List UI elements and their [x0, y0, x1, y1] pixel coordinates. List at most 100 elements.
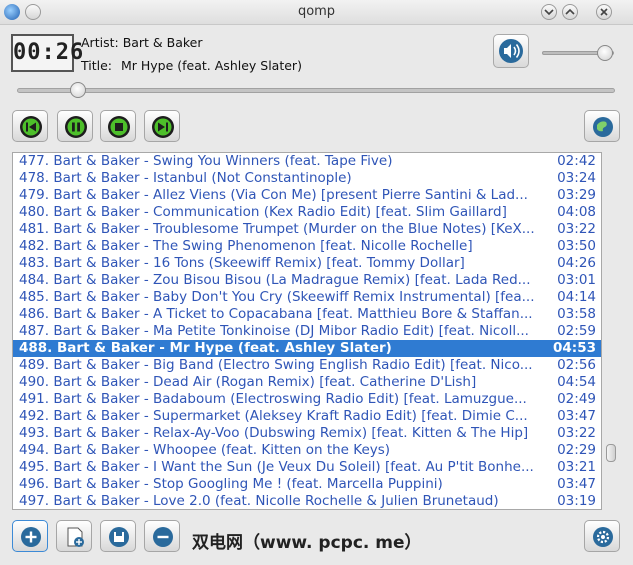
volume-slider-handle[interactable] [597, 45, 614, 61]
track-title: 483. Bart & Baker - 16 Tons (Skeewiff Re… [19, 255, 465, 271]
title-bar: qomp [0, 0, 633, 25]
playlist-row[interactable]: 494. Bart & Baker - Whoopee (feat. Kitte… [13, 442, 601, 459]
seek-slider-handle[interactable] [70, 82, 87, 98]
artist-value: Bart & Baker [122, 35, 203, 50]
playlist[interactable]: 477. Bart & Baker - Swing You Winners (f… [12, 152, 602, 510]
track-duration: 04:26 [557, 255, 596, 271]
track-duration: 03:47 [557, 476, 596, 492]
playlist-row[interactable]: 492. Bart & Baker - Supermarket (Aleksey… [13, 408, 601, 425]
seek-slider[interactable] [17, 82, 615, 98]
pause-icon [65, 116, 87, 138]
track-duration: 03:01 [557, 272, 596, 288]
window-title: qomp [297, 4, 336, 19]
track-title: 494. Bart & Baker - Whoopee (feat. Kitte… [19, 442, 391, 458]
playlist-row[interactable]: 495. Bart & Baker - I Want the Sun (Je V… [13, 459, 601, 476]
save-playlist-button[interactable] [100, 520, 136, 552]
playlist-row[interactable]: 480. Bart & Baker - Communication (Kex R… [13, 204, 601, 221]
track-title: 493. Bart & Baker - Relax-Ay-Voo (Dubswi… [19, 425, 529, 441]
title-info: Title: Mr Hype (feat. Ashley Slater) [81, 58, 302, 73]
artist-info: Artist: Bart & Baker [81, 35, 203, 50]
playlist-row[interactable]: 484. Bart & Baker - Zou Bisou Bisou (La … [13, 272, 601, 289]
playlist-row[interactable]: 490. Bart & Baker - Dead Air (Rogan Remi… [13, 374, 601, 391]
track-title: 479. Bart & Baker - Allez Viens (Via Con… [19, 187, 528, 203]
track-duration: 03:21 [557, 459, 596, 475]
playlist-row[interactable]: 479. Bart & Baker - Allez Viens (Via Con… [13, 187, 601, 204]
settings-button[interactable] [584, 520, 620, 552]
artist-label: Artist: [81, 35, 119, 50]
track-duration: 03:24 [557, 170, 596, 186]
stop-button[interactable] [100, 110, 136, 142]
stop-icon [108, 116, 130, 138]
playlist-row[interactable]: 491. Bart & Baker - Badaboum (Electroswi… [13, 391, 601, 408]
track-title: 484. Bart & Baker - Zou Bisou Bisou (La … [19, 272, 531, 288]
track-duration: 04:08 [557, 204, 596, 220]
playlist-row[interactable]: 482. Bart & Baker - The Swing Phenomenon… [13, 238, 601, 255]
playlist-scrollbar[interactable] [604, 152, 618, 510]
playlist-row[interactable]: 478. Bart & Baker - Istanbul (Not Consta… [13, 170, 601, 187]
previous-button[interactable] [12, 110, 48, 142]
time-display: 00:26 [11, 34, 83, 72]
chevron-down-icon [544, 9, 554, 16]
track-duration: 04:54 [557, 374, 596, 390]
playlist-row[interactable]: 477. Bart & Baker - Swing You Winners (f… [13, 153, 601, 170]
track-duration: 03:22 [557, 221, 596, 237]
volume-slider[interactable] [542, 45, 614, 61]
playlist-row[interactable]: 483. Bart & Baker - 16 Tons (Skeewiff Re… [13, 255, 601, 272]
document-add-icon [67, 527, 84, 547]
playlist-row[interactable]: 481. Bart & Baker - Troublesome Trumpet … [13, 221, 601, 238]
track-duration: 02:56 [557, 357, 596, 373]
track-title: 485. Bart & Baker - Baby Don't You Cry (… [19, 289, 535, 305]
track-title: 495. Bart & Baker - I Want the Sun (Je V… [19, 459, 534, 475]
playlist-row-current[interactable]: 488. Bart & Baker - Mr Hype (feat. Ashle… [13, 340, 601, 357]
open-url-button[interactable] [584, 110, 620, 142]
track-title: 492. Bart & Baker - Supermarket (Aleksey… [19, 408, 528, 424]
track-duration: 03:19 [557, 493, 596, 509]
track-duration: 03:50 [557, 238, 596, 254]
track-duration: 03:58 [557, 306, 596, 322]
playlist-row[interactable]: 497. Bart & Baker - Love 2.0 (feat. Nico… [13, 493, 601, 509]
track-title: 480. Bart & Baker - Communication (Kex R… [19, 204, 507, 220]
title-label: Title: [81, 58, 112, 73]
close-icon [600, 8, 608, 16]
track-duration: 04:14 [557, 289, 596, 305]
track-title: 486. Bart & Baker - A Ticket to Copacaba… [19, 306, 533, 322]
remove-button[interactable] [144, 520, 180, 552]
track-title: 496. Bart & Baker - Stop Googling Me ! (… [19, 476, 443, 492]
mute-button[interactable] [493, 34, 529, 68]
next-icon [152, 116, 174, 138]
playlist-row[interactable]: 487. Bart & Baker - Ma Petite Tonkinoise… [13, 323, 601, 340]
track-title: 497. Bart & Baker - Love 2.0 (feat. Nico… [19, 493, 499, 509]
track-duration: 04:53 [553, 340, 596, 356]
gear-icon [593, 527, 613, 547]
track-title: 487. Bart & Baker - Ma Petite Tonkinoise… [19, 323, 529, 339]
add-files-button[interactable] [12, 520, 48, 552]
globe-icon [593, 117, 613, 137]
remove-icon [153, 527, 173, 547]
next-button[interactable] [144, 110, 180, 142]
track-duration: 03:47 [557, 408, 596, 424]
playlist-row[interactable]: 485. Bart & Baker - Baby Don't You Cry (… [13, 289, 601, 306]
speaker-icon [499, 39, 523, 63]
track-duration: 02:29 [557, 442, 596, 458]
watermark-text: 双电网（www. pcpc. me） [192, 533, 422, 553]
pause-button[interactable] [57, 110, 93, 142]
close-button[interactable] [596, 4, 612, 20]
playlist-row[interactable]: 496. Bart & Baker - Stop Googling Me ! (… [13, 476, 601, 493]
previous-icon [20, 116, 42, 138]
playlist-row[interactable]: 489. Bart & Baker - Big Band (Electro Sw… [13, 357, 601, 374]
chevron-up-icon [565, 8, 575, 15]
track-title: 490. Bart & Baker - Dead Air (Rogan Remi… [19, 374, 477, 390]
track-title: 481. Bart & Baker - Troublesome Trumpet … [19, 221, 535, 237]
track-title: 488. Bart & Baker - Mr Hype (feat. Ashle… [19, 340, 392, 356]
track-duration: 03:22 [557, 425, 596, 441]
minimize-button[interactable] [541, 4, 557, 20]
track-duration: 02:42 [557, 153, 596, 169]
save-icon [109, 527, 129, 547]
playlist-row[interactable]: 486. Bart & Baker - A Ticket to Copacaba… [13, 306, 601, 323]
maximize-button[interactable] [562, 4, 578, 20]
new-playlist-button[interactable] [56, 520, 92, 552]
playlist-row[interactable]: 493. Bart & Baker - Relax-Ay-Voo (Dubswi… [13, 425, 601, 442]
track-title: 489. Bart & Baker - Big Band (Electro Sw… [19, 357, 533, 373]
track-title: 482. Bart & Baker - The Swing Phenomenon… [19, 238, 473, 254]
scrollbar-thumb[interactable] [606, 444, 616, 462]
